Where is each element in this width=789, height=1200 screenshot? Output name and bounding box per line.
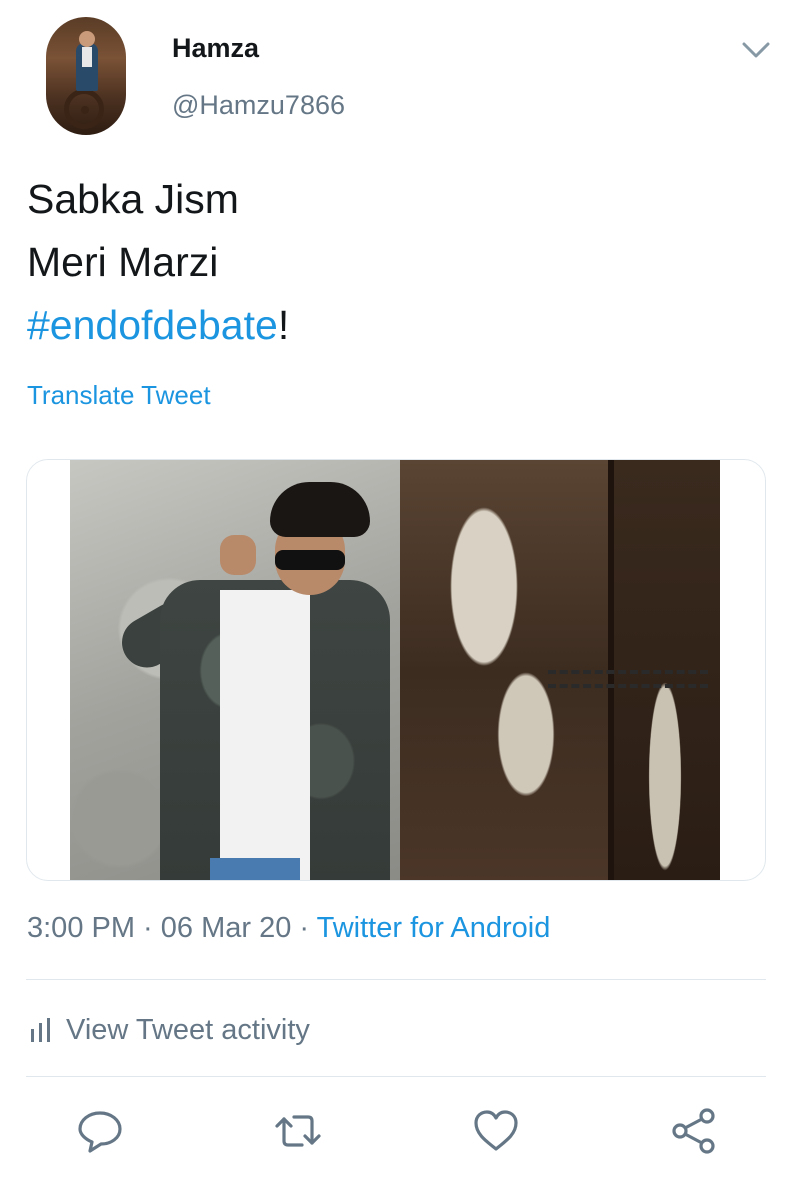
tweet-source-link[interactable]: Twitter for Android [317,912,551,944]
heart-icon[interactable] [472,1107,520,1155]
tweet-meta: 3:00 PM · 06 Mar 20 · Twitter for Androi… [27,912,550,945]
photo-hand [220,535,256,575]
author-name[interactable]: Hamza [172,33,259,64]
reply-icon[interactable] [76,1107,124,1155]
hashtag-suffix: ! [277,302,290,348]
chevron-down-icon[interactable] [740,38,772,62]
tweet-text: Sabka Jism Meri Marzi #endofdebate! [27,168,289,357]
meta-separator: · [291,912,317,944]
retweet-icon[interactable] [274,1107,322,1155]
tweet-hashtag-line: #endofdebate! [27,294,289,357]
share-icon[interactable] [670,1107,718,1155]
divider [26,1076,766,1077]
bar-chart-icon [31,1018,50,1042]
tweet-line: Meri Marzi [27,239,219,285]
avatar-shirt [82,47,92,67]
avatar[interactable] [46,17,126,135]
tweet-time: 3:00 PM [27,912,135,944]
photo-jeans [210,858,300,880]
photo-chain [548,670,708,688]
author-handle[interactable]: @Hamzu7866 [172,90,345,121]
photo-hair [270,482,370,537]
translate-tweet-link[interactable]: Translate Tweet [27,380,211,411]
tweet-date: 06 Mar 20 [160,912,292,944]
view-tweet-activity-button[interactable]: View Tweet activity [30,1010,310,1050]
hashtag-link[interactable]: #endofdebate [27,302,278,348]
photo-sunglasses [275,550,345,570]
tweet-photo[interactable] [70,460,720,880]
media-card[interactable] [26,459,766,881]
avatar-head [79,31,95,47]
avatar-wheel [64,89,104,129]
tweet-detail-page: Hamza @Hamzu7866 Sabka Jism Meri Marzi #… [0,0,789,1200]
tweet-line: Sabka Jism [27,176,239,222]
view-tweet-activity-label: View Tweet activity [66,1013,310,1046]
divider [26,979,766,980]
photo-tshirt [220,590,310,880]
meta-separator: · [135,912,161,944]
